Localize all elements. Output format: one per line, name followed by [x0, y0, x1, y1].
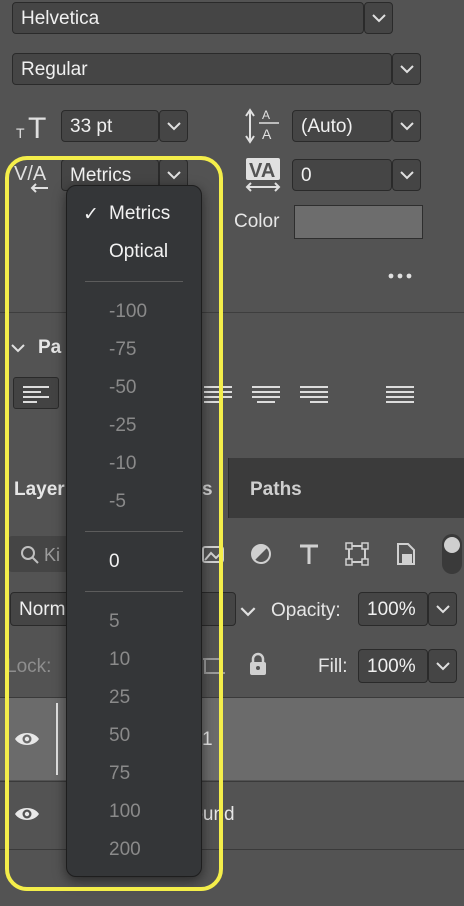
leading-field[interactable]: (Auto): [292, 110, 392, 142]
lock-all-icon[interactable]: [248, 652, 268, 676]
leading-value: (Auto): [301, 115, 353, 137]
filter-smart-object-icon[interactable]: [394, 542, 418, 566]
opacity-value: 100%: [367, 598, 416, 620]
fill-field[interactable]: 100%: [358, 649, 428, 683]
tracking-icon: VA: [244, 156, 284, 194]
chevron-down-icon: [399, 64, 414, 73]
leading-dropdown-button[interactable]: [392, 110, 421, 142]
fill-label: Fill:: [318, 656, 348, 677]
opacity-dropdown-button[interactable]: [428, 592, 457, 626]
opacity-label: Opacity:: [271, 600, 341, 621]
filter-type-icon[interactable]: [298, 543, 320, 565]
justify-all-icon[interactable]: [386, 386, 414, 406]
font-family-value: Helvetica: [21, 7, 100, 29]
chevron-down-icon: [166, 121, 181, 130]
font-style-dropdown-button[interactable]: [392, 53, 421, 85]
font-size-value: 33 pt: [70, 115, 113, 137]
chevron-down-icon: [399, 121, 414, 130]
font-size-icon: T T: [14, 108, 50, 145]
svg-text:A: A: [262, 126, 272, 142]
svg-text:T: T: [16, 125, 25, 141]
filter-toggle-switch[interactable]: [442, 534, 462, 574]
chevron-down-icon: [435, 604, 450, 613]
font-style-value: Regular: [21, 58, 88, 80]
tab-divider: [228, 458, 229, 518]
color-label: Color: [234, 211, 280, 232]
leading-icon: A A: [245, 106, 281, 144]
chevron-down-icon: [371, 13, 386, 22]
chevron-down-icon: [435, 661, 450, 670]
filter-toggle-knob: [444, 537, 460, 553]
tab-paths[interactable]: Paths: [250, 479, 302, 501]
svg-text:A: A: [262, 108, 270, 122]
highlight-outline: [5, 156, 223, 891]
tracking-value: 0: [301, 164, 312, 186]
justify-last-center-icon[interactable]: [252, 386, 280, 406]
color-swatch[interactable]: [294, 205, 423, 239]
font-style-field[interactable]: Regular: [12, 53, 392, 85]
ellipsis-icon[interactable]: [386, 268, 416, 284]
svg-text:VA: VA: [249, 160, 275, 182]
fill-value: 100%: [367, 655, 416, 677]
svg-text:T: T: [28, 112, 46, 142]
font-size-field[interactable]: 33 pt: [61, 110, 159, 142]
font-family-field[interactable]: Helvetica: [12, 2, 364, 34]
tracking-dropdown-button[interactable]: [392, 159, 421, 191]
chevron-down-icon: [399, 170, 414, 179]
filter-shape-icon[interactable]: [345, 542, 369, 566]
justify-last-right-icon[interactable]: [300, 386, 328, 406]
tracking-field[interactable]: 0: [292, 159, 392, 191]
opacity-field[interactable]: 100%: [358, 592, 428, 626]
filter-adjustment-icon[interactable]: [250, 543, 272, 565]
fill-dropdown-button[interactable]: [428, 649, 457, 683]
font-size-dropdown-button[interactable]: [159, 110, 188, 142]
font-family-dropdown-button[interactable]: [364, 2, 393, 34]
chevron-down-icon[interactable]: [240, 604, 256, 617]
